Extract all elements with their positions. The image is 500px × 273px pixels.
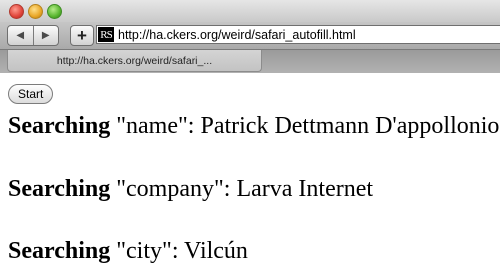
page-content: Start Searching "name": Patrick Dettmann… bbox=[0, 73, 500, 273]
result-prefix: Searching bbox=[8, 113, 111, 139]
result-text: "name": Patrick Dettmann D'appollonio bbox=[110, 113, 500, 139]
tab-current[interactable]: http://ha.ckers.org/weird/safari_... bbox=[7, 50, 262, 72]
tab-bar-empty-area bbox=[262, 50, 500, 72]
browser-toolbar: ◀ ▶ + RS http://ha.ckers.org/weird/safar… bbox=[0, 22, 500, 49]
close-window-icon[interactable] bbox=[9, 4, 24, 19]
nav-button-group: ◀ ▶ bbox=[7, 25, 59, 46]
forward-button[interactable]: ▶ bbox=[34, 26, 59, 45]
address-bar-url[interactable]: http://ha.ckers.org/weird/safari_autofil… bbox=[118, 28, 356, 42]
add-bookmark-button[interactable]: + bbox=[70, 25, 94, 46]
forward-arrow-icon: ▶ bbox=[41, 29, 50, 41]
zoom-window-icon[interactable] bbox=[47, 4, 62, 19]
result-text: "city": Vilcún bbox=[110, 238, 248, 264]
result-line: Searching "company": Larva Internet bbox=[8, 176, 373, 203]
result-prefix: Searching bbox=[8, 176, 111, 202]
result-text: "company": Larva Internet bbox=[110, 176, 374, 202]
address-bar[interactable]: RS http://ha.ckers.org/weird/safari_auto… bbox=[96, 25, 500, 44]
result-line: Searching "city": Vilcún bbox=[8, 238, 248, 265]
tab-title: http://ha.ckers.org/weird/safari_... bbox=[56, 54, 213, 67]
tab-bar: http://ha.ckers.org/weird/safari_... bbox=[0, 49, 500, 73]
minimize-window-icon[interactable] bbox=[28, 4, 43, 19]
plus-icon: + bbox=[77, 26, 87, 45]
site-favicon-icon: RS bbox=[98, 27, 114, 42]
result-line: Searching "name": Patrick Dettmann D'app… bbox=[8, 113, 499, 140]
window-titlebar bbox=[0, 0, 500, 22]
result-prefix: Searching bbox=[8, 238, 111, 264]
back-button[interactable]: ◀ bbox=[8, 26, 34, 45]
back-arrow-icon: ◀ bbox=[16, 29, 25, 41]
start-button[interactable]: Start bbox=[8, 84, 54, 104]
